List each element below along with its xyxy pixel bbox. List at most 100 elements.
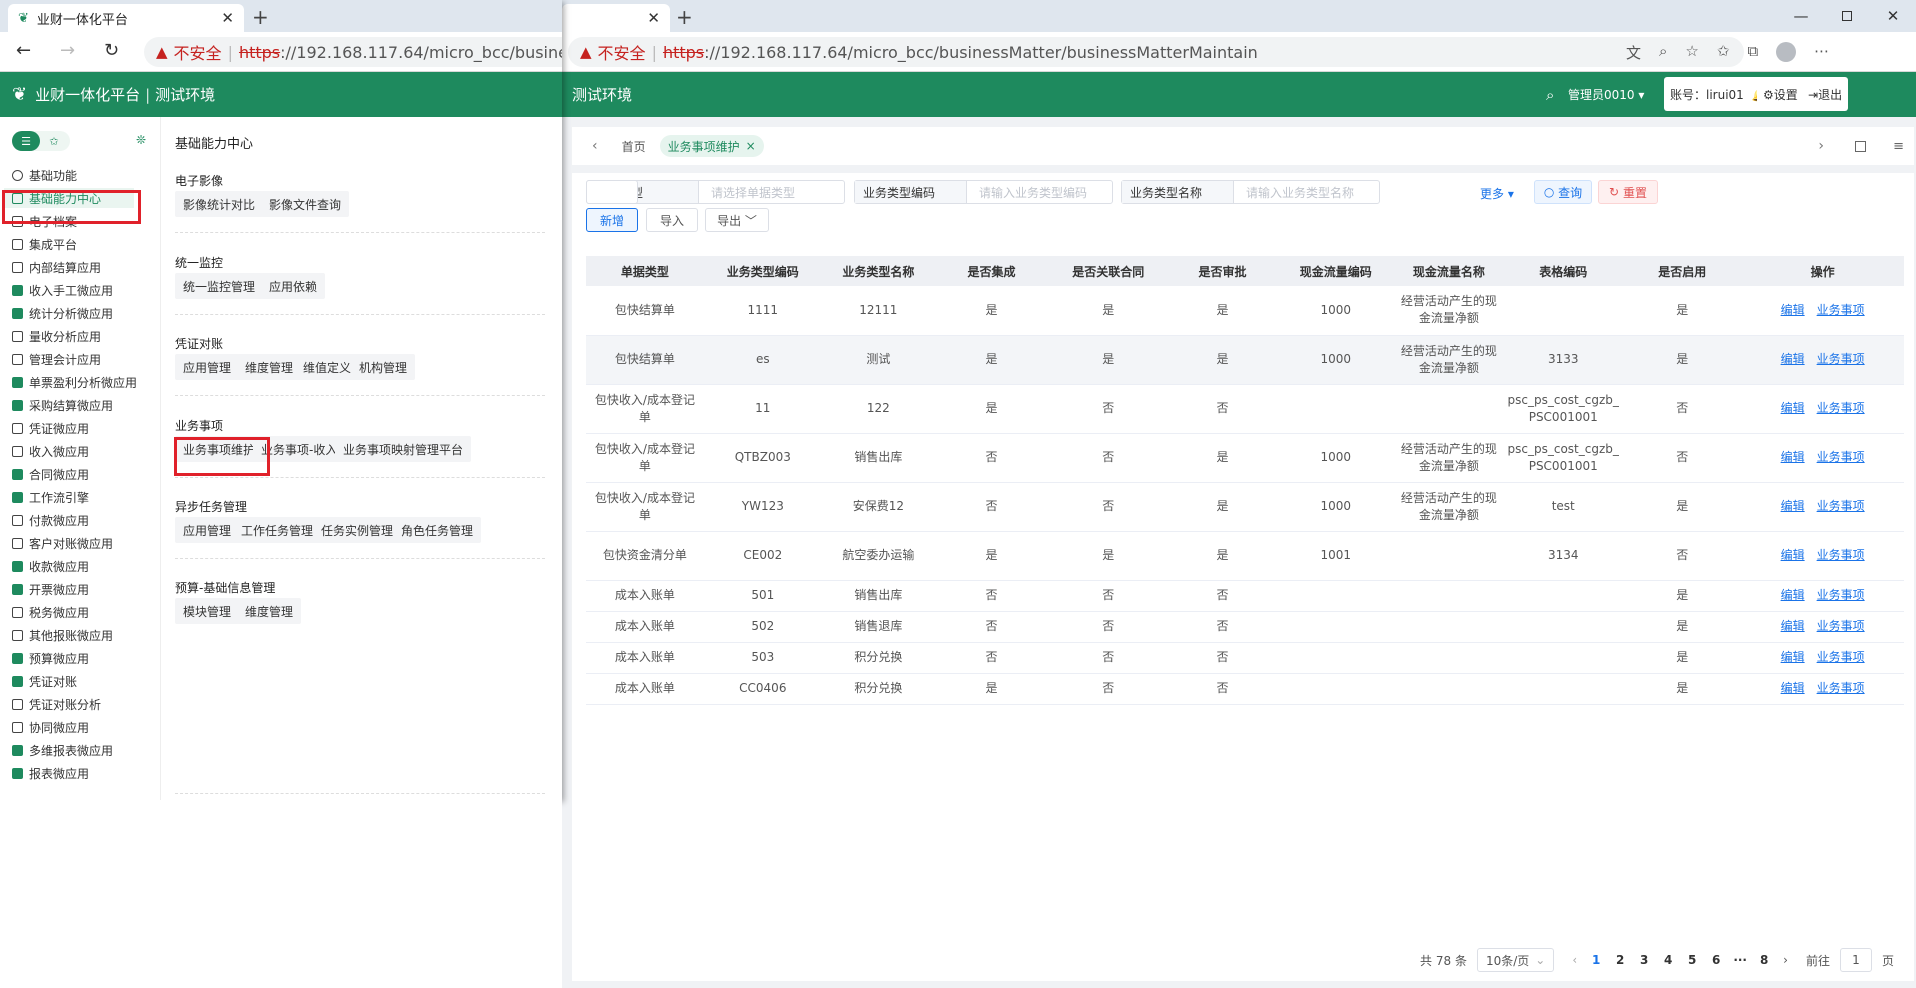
sidebar-item[interactable]: 单票盈利分析微应用 [12, 372, 137, 392]
goto-input[interactable]: 1 [1839, 948, 1872, 972]
menu-item[interactable]: 维度管理 [237, 598, 302, 624]
sidebar-item[interactable]: 凭证对账分析 [12, 694, 101, 714]
menu-item[interactable]: 业务事项映射管理平台 [335, 436, 472, 462]
page-number[interactable]: 3 [1635, 953, 1653, 967]
close-tab-icon[interactable]: ✕ [647, 9, 660, 27]
sidebar-item[interactable]: 报表微应用 [12, 763, 89, 783]
menu-item[interactable]: 影像文件查询 [261, 191, 350, 217]
maximize-icon[interactable] [1824, 0, 1870, 32]
more-icon[interactable]: ⋯ [1814, 42, 1829, 63]
edit-link[interactable]: 编辑 [1781, 650, 1805, 664]
business-items-link[interactable]: 业务事项 [1817, 450, 1865, 464]
star-icon[interactable]: ☆ [1685, 42, 1698, 63]
user-menu[interactable]: 管理员0010 ▾ [1568, 86, 1644, 103]
search-icon[interactable]: ⌕ [1546, 86, 1554, 104]
business-items-link[interactable]: 业务事项 [1817, 650, 1865, 664]
sidebar-item[interactable]: 凭证对账 [12, 671, 77, 691]
query-button[interactable]: ○ 查询 [1534, 180, 1592, 204]
sidebar-item[interactable]: 内部结算应用 [12, 257, 101, 277]
sidebar-item[interactable]: 付款微应用 [12, 510, 89, 530]
more-filters-button[interactable]: 更多 ▾ [1480, 185, 1514, 202]
browser-tab[interactable]: ✕ [562, 4, 670, 32]
sidebar-item[interactable]: 其他报账微应用 [12, 625, 113, 645]
page-number[interactable]: 6 [1707, 953, 1725, 967]
minimize-icon[interactable]: — [1778, 0, 1824, 32]
list-view-icon[interactable]: ☰ [12, 131, 40, 151]
zoom-icon[interactable]: ⌕ [1659, 42, 1667, 63]
business-items-link[interactable]: 业务事项 [1817, 619, 1865, 633]
edit-link[interactable]: 编辑 [1781, 401, 1805, 415]
edit-link[interactable]: 编辑 [1781, 619, 1805, 633]
back-icon[interactable]: ← [16, 40, 31, 61]
profile-avatar-icon[interactable] [1776, 42, 1797, 62]
url-field[interactable]: ▲ 不安全 | https://192.168.117.64/micro_bcc… [144, 37, 562, 67]
reload-icon[interactable]: ↻ [104, 40, 119, 61]
menu-item[interactable]: 应用管理 [175, 354, 240, 380]
sidebar-item[interactable]: 收入微应用 [12, 441, 89, 461]
add-button[interactable]: 新增 [586, 208, 638, 232]
sidebar-item[interactable]: 合同微应用 [12, 464, 89, 484]
sidebar-item[interactable]: 开票微应用 [12, 579, 89, 599]
sidebar-item[interactable]: 工作流引擎 [12, 487, 89, 507]
tab-business-matter[interactable]: 业务事项维护 × [659, 135, 764, 157]
edit-link[interactable]: 编辑 [1781, 588, 1805, 602]
page-number[interactable]: 4 [1659, 953, 1677, 967]
tabs-prev-icon[interactable]: ‹ [592, 138, 598, 154]
logout-link[interactable]: ⇥退出 [1808, 86, 1843, 103]
menu-item[interactable]: 业务事项-收入 [253, 436, 346, 462]
sidebar-item[interactable]: 收款微应用 [12, 556, 89, 576]
sidebar-item[interactable]: 协同微应用 [12, 717, 89, 737]
translate-icon[interactable]: 文 [1626, 42, 1641, 63]
menu-item[interactable]: 任务实例管理 [313, 517, 402, 543]
edit-link[interactable]: 编辑 [1781, 548, 1805, 562]
biz-code-input[interactable]: 业务类型编码 请输入业务类型编码 [854, 180, 1113, 204]
sidebar-item[interactable]: 量收分析应用 [12, 326, 101, 346]
sidebar-item[interactable]: 预算微应用 [12, 648, 89, 668]
reset-button[interactable]: ↻ 重置 [1598, 180, 1658, 204]
edit-link[interactable]: 编辑 [1781, 450, 1805, 464]
tab-home[interactable]: 首页 [622, 138, 646, 155]
tabs-next-icon[interactable]: › [1818, 138, 1824, 154]
sidebar-item[interactable]: 管理会计应用 [12, 349, 101, 369]
page-number[interactable]: 5 [1683, 953, 1701, 967]
biz-name-input[interactable]: 业务类型名称 请输入业务类型名称 [1121, 180, 1380, 204]
edit-link[interactable]: 编辑 [1781, 499, 1805, 513]
edit-link[interactable]: 编辑 [1781, 681, 1805, 695]
sidebar-item[interactable]: 采购结算微应用 [12, 395, 113, 415]
menu-item[interactable]: 机构管理 [351, 354, 416, 380]
menu-item[interactable]: 模块管理 [175, 598, 240, 624]
page-number[interactable]: ··· [1731, 953, 1749, 967]
menu-item[interactable]: 统一监控管理 [175, 273, 264, 299]
sidebar-item[interactable]: 税务微应用 [12, 602, 89, 622]
sidebar-item[interactable]: 统计分析微应用 [12, 303, 113, 323]
menu-item[interactable]: 维值定义 [295, 354, 360, 380]
business-items-link[interactable]: 业务事项 [1817, 499, 1865, 513]
business-items-link[interactable]: 业务事项 [1817, 352, 1865, 366]
import-button[interactable]: 导入 [646, 208, 698, 232]
menu-item[interactable]: 角色任务管理 [393, 517, 482, 543]
new-tab-icon[interactable]: + [252, 7, 269, 27]
prev-page-icon[interactable]: ‹ [1572, 953, 1577, 967]
browser-tab[interactable]: ❦ 业财一体化平台 ✕ [8, 4, 244, 32]
close-tab-icon[interactable]: ✕ [221, 9, 234, 27]
menu-item[interactable]: 应用依赖 [261, 273, 326, 299]
sidebar-item[interactable]: 集成平台 [12, 234, 77, 254]
sidebar-item[interactable]: 基础功能 [12, 165, 77, 185]
url-field[interactable]: ▲ 不安全 | https://192.168.117.64/micro_bcc… [568, 37, 1744, 67]
favorite-view-icon[interactable]: ✩ [40, 131, 68, 151]
page-size-select[interactable]: 10条/页 ⌄ [1476, 948, 1555, 972]
sidebar-item[interactable]: 电子档案 [12, 211, 77, 231]
next-page-icon[interactable]: › [1783, 953, 1788, 967]
business-items-link[interactable]: 业务事项 [1817, 548, 1865, 562]
edit-link[interactable]: 编辑 [1781, 352, 1805, 366]
page-number[interactable]: 8 [1755, 953, 1773, 967]
sidebar-item[interactable]: 客户对账微应用 [12, 533, 113, 553]
favorites-icon[interactable]: ✩ [1717, 42, 1730, 63]
business-items-link[interactable]: 业务事项 [1817, 303, 1865, 317]
page-number[interactable]: 1 [1587, 953, 1605, 967]
menu-item[interactable]: 业务事项维护 [175, 436, 264, 462]
collections-icon[interactable]: ⧉ [1747, 42, 1758, 63]
collapse-sidebar-icon[interactable]: ❊ [136, 133, 146, 147]
settings-link[interactable]: ⚙设置 [1757, 86, 1798, 103]
sidebar-item[interactable]: 多维报表微应用 [12, 740, 113, 760]
